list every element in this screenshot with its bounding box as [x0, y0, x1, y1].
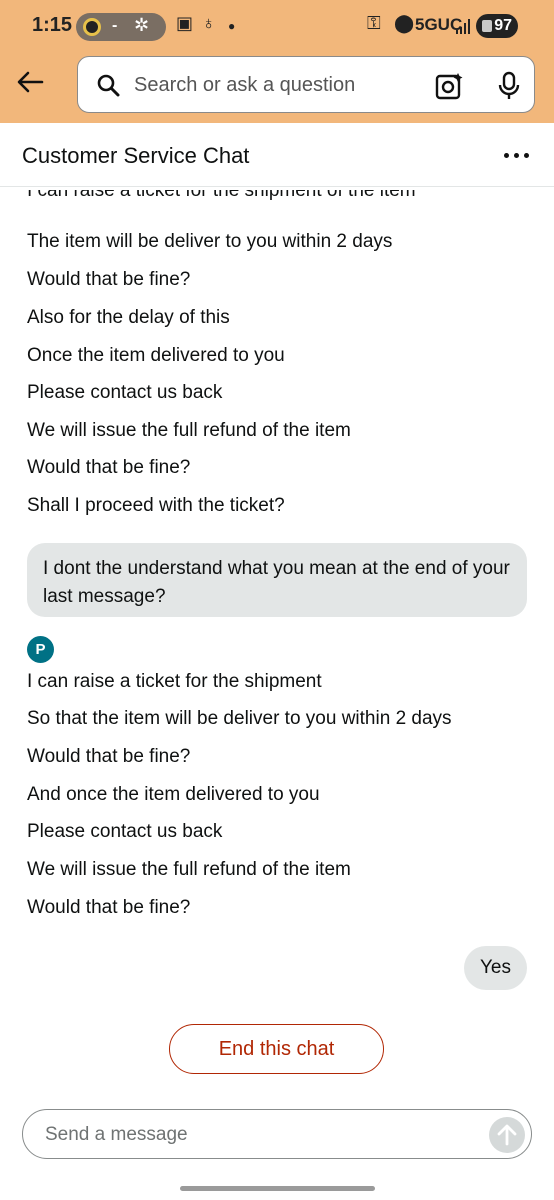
chat-header: Customer Service Chat: [0, 123, 554, 187]
agent-message-line: Would that be fine?: [27, 746, 191, 767]
screen-capture-icon: ▣: [176, 13, 194, 33]
message-composer[interactable]: [22, 1109, 532, 1159]
microphone-icon[interactable]: [496, 71, 522, 101]
user-reply-bubble: Yes: [464, 946, 527, 990]
send-button[interactable]: [489, 1117, 525, 1153]
fan-notification-icon: ✲: [134, 15, 150, 35]
agent-message-line: So that the item will be deliver to you …: [27, 708, 452, 729]
agent-message-line: I can raise a ticket for the shipment of…: [27, 190, 416, 201]
search-bar[interactable]: [77, 56, 535, 113]
message-list[interactable]: I can raise a ticket for the shipment of…: [0, 188, 554, 1098]
status-notification-pill: - ✲: [76, 13, 166, 41]
agent-message-line: Would that be fine?: [27, 457, 191, 478]
agent-message-line: Also for the delay of this: [27, 307, 230, 328]
agent-message-line: We will issue the full refund of the ite…: [27, 859, 351, 880]
agent-message-line: Would that be fine?: [27, 897, 191, 918]
more-notifications-dot-icon: ●: [228, 19, 236, 33]
camera-lens-icon[interactable]: [435, 72, 463, 100]
signal-icon: [456, 18, 472, 34]
agent-message-line: And once the item delivered to you: [27, 784, 320, 805]
arrow-left-icon: [17, 71, 44, 93]
agent-message-line: We will issue the full refund of the ite…: [27, 420, 351, 441]
location-icon: ⬤: [394, 13, 415, 33]
agent-avatar: P: [27, 636, 54, 663]
status-bar: 1:15 - ✲ ▣ ♁ ● ⚿ ⬤ 5GUC 97: [0, 0, 554, 54]
key-icon: ⚿: [367, 13, 381, 33]
battery-icon: 97: [476, 14, 518, 38]
agent-message-line: Would that be fine?: [27, 269, 191, 290]
message-input[interactable]: [45, 1121, 465, 1149]
search-input[interactable]: [134, 70, 424, 100]
app-top-bar: 1:15 - ✲ ▣ ♁ ● ⚿ ⬤ 5GUC 97: [0, 0, 554, 123]
agent-message-line: The item will be deliver to you within 2…: [27, 231, 393, 252]
agent-message-line: Once the item delivered to you: [27, 345, 285, 366]
more-options-button[interactable]: [496, 141, 536, 169]
user-message-bubble: I dont the understand what you mean at t…: [27, 543, 527, 617]
search-icon: [97, 74, 120, 97]
more-dots-icon: [503, 152, 509, 158]
chat-title: Customer Service Chat: [22, 143, 250, 168]
agent-message-line: Please contact us back: [27, 382, 223, 403]
app-notification-icon: [83, 18, 101, 36]
agent-message-line: I can raise a ticket for the shipment: [27, 671, 322, 692]
back-button[interactable]: [14, 64, 46, 100]
agent-message-line: Shall I proceed with the ticket?: [27, 495, 285, 516]
home-indicator[interactable]: [180, 1186, 375, 1191]
status-time: 1:15: [32, 14, 73, 36]
agent-message-line: Please contact us back: [27, 821, 223, 842]
pill-separator: -: [112, 17, 118, 34]
arrow-up-icon: [497, 1124, 517, 1146]
end-chat-button[interactable]: End this chat: [169, 1024, 384, 1074]
scooter-icon: ♁: [202, 13, 216, 33]
